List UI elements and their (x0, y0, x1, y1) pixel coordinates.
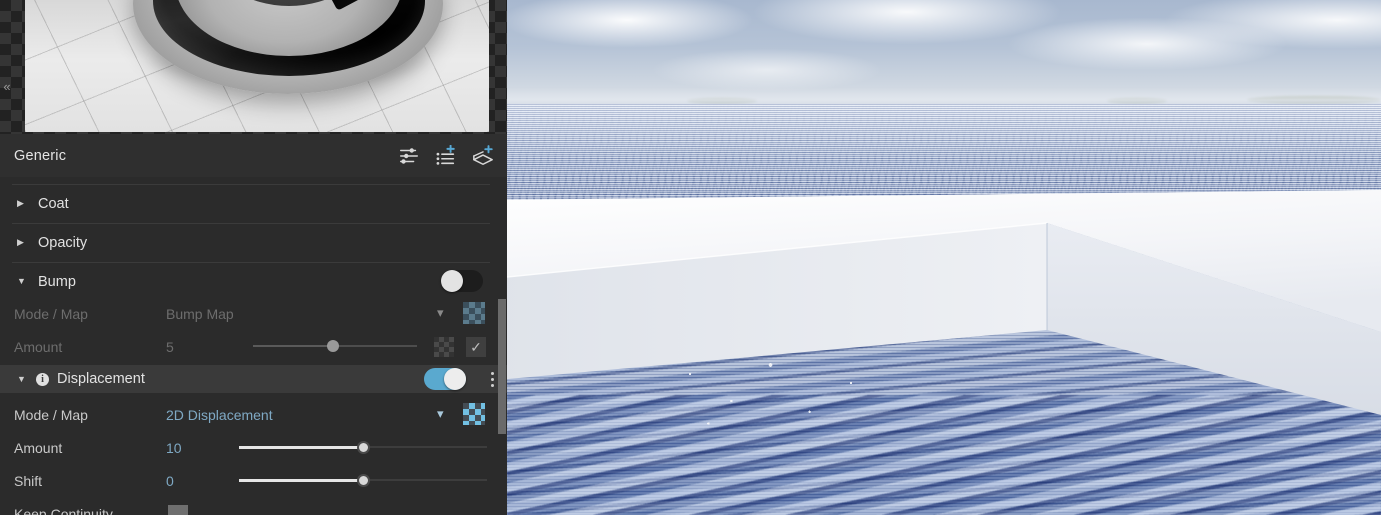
bump-amount-checkbox[interactable]: ✓ (466, 337, 486, 357)
displacement-shift-label: Shift (14, 472, 43, 489)
section-bump[interactable]: ▼ Bump (0, 262, 507, 301)
collapse-panel-icon[interactable]: « (1, 78, 13, 96)
panel-header: Generic (0, 134, 507, 177)
bump-mode-map-value: Bump Map (166, 305, 234, 322)
slider-handle[interactable] (327, 340, 340, 352)
row-displacement-mode-map[interactable]: Mode / Map 2D Displacement (0, 398, 507, 431)
displacement-more-options-icon[interactable] (485, 369, 499, 389)
section-bump-label: Bump (38, 273, 76, 290)
displacement-shift-slider[interactable] (239, 473, 487, 487)
slider-handle[interactable] (356, 473, 370, 487)
displacement-mode-map-value: 2D Displacement (166, 406, 273, 423)
chevron-down-icon[interactable]: ▾ (437, 407, 444, 420)
bump-map-thumbnail[interactable] (463, 302, 485, 324)
displacement-enable-toggle[interactable] (424, 368, 466, 390)
chevron-down-icon[interactable]: ▼ (17, 374, 27, 384)
bump-amount-slider[interactable] (253, 339, 417, 353)
row-bump-mode-map[interactable]: Mode / Map Bump Map (0, 297, 507, 330)
info-icon[interactable]: i (36, 372, 49, 386)
ocean-surface (507, 104, 1381, 515)
keep-continuity-label: Keep Continuity (14, 505, 113, 515)
displacement-mode-map-label: Mode / Map (14, 406, 88, 423)
ocean-distance-fade (507, 104, 1381, 200)
section-displacement-label: Displacement (57, 371, 145, 387)
header-toolbar (398, 134, 494, 177)
slider-fill (239, 478, 363, 482)
slider-fill (253, 345, 334, 347)
chevron-right-icon[interactable]: ▶ (17, 199, 27, 208)
bump-amount-value: 5 (166, 338, 174, 355)
chevron-down-icon[interactable]: ▼ (17, 277, 27, 286)
keep-continuity-checkbox[interactable] (168, 505, 188, 515)
section-coat-label: Coat (38, 195, 69, 212)
material-properties-panel: « Generic ▶ Coat ▶ Opacity ▼ Bump Mode /… (0, 0, 507, 515)
slider-fill (239, 445, 363, 449)
material-preview[interactable]: « (0, 0, 507, 134)
chevron-right-icon[interactable]: ▶ (17, 238, 27, 247)
bump-mode-map-label: Mode / Map (14, 305, 88, 322)
page-title: Generic (14, 147, 67, 164)
displacement-map-thumbnail[interactable] (463, 403, 485, 425)
displacement-amount-slider[interactable] (239, 440, 487, 454)
toggle-knob (444, 368, 466, 390)
check-icon: ✓ (470, 339, 482, 355)
toggle-knob (441, 270, 463, 292)
preview-render (25, 0, 489, 132)
section-opacity-label: Opacity (38, 234, 88, 251)
app-root: « Generic ▶ Coat ▶ Opacity ▼ Bump Mode /… (0, 0, 1381, 515)
chevron-down-icon[interactable]: ▾ (437, 306, 444, 319)
section-opacity[interactable]: ▶ Opacity (0, 223, 507, 262)
bump-amount-label: Amount (14, 338, 63, 355)
bump-amount-map-icon[interactable] (434, 337, 454, 357)
slider-handle[interactable] (356, 440, 370, 454)
render-viewport[interactable] (507, 0, 1381, 515)
specular-highlights (667, 347, 897, 437)
ocean-foreground-waves (507, 395, 1381, 515)
panel-scrollbar[interactable] (498, 299, 506, 434)
displacement-amount-value: 10 (166, 439, 182, 456)
displacement-amount-label: Amount (14, 439, 63, 456)
add-to-list-icon[interactable] (435, 144, 457, 167)
displacement-shift-value: 0 (166, 472, 174, 489)
bump-enable-toggle[interactable] (441, 270, 483, 292)
add-layer-icon[interactable] (472, 144, 494, 167)
sliders-icon[interactable] (398, 145, 420, 167)
section-coat[interactable]: ▶ Coat (0, 184, 507, 223)
row-keep-continuity[interactable]: Keep Continuity (0, 497, 507, 515)
properties-list: ▶ Coat ▶ Opacity ▼ Bump Mode / Map Bump … (0, 177, 507, 515)
